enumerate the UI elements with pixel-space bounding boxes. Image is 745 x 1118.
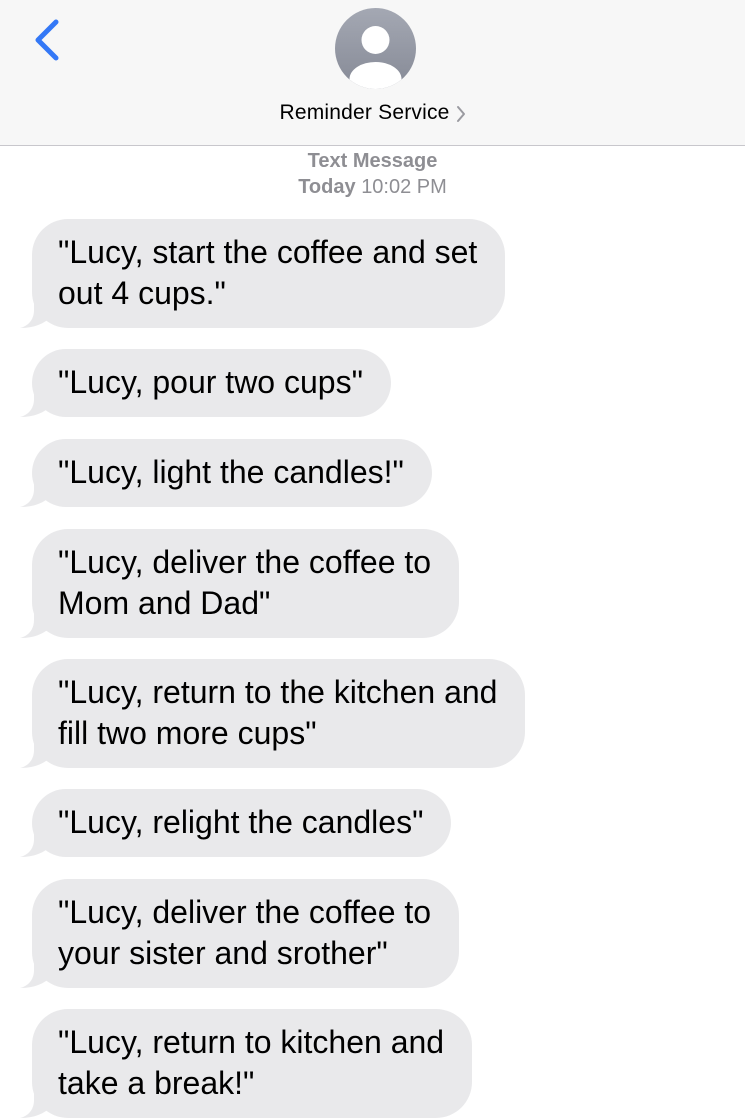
message-text: "Lucy, light the candles!" xyxy=(32,439,432,507)
back-button[interactable] xyxy=(28,18,64,62)
contact-name: Reminder Service xyxy=(279,101,450,124)
message-text: "Lucy, deliver the coffee to Mom and Dad… xyxy=(32,529,460,638)
conversation-header: Reminder Service xyxy=(0,0,745,146)
person-silhouette-icon xyxy=(349,26,402,89)
message-bubble[interactable]: "Lucy, return to kitchen and take a brea… xyxy=(20,1009,473,1118)
message-text: "Lucy, return to kitchen and take a brea… xyxy=(32,1009,473,1118)
contact-avatar[interactable] xyxy=(335,8,416,89)
message-bubble[interactable]: "Lucy, relight the candles" xyxy=(20,789,452,857)
contact-info-button[interactable]: Reminder Service xyxy=(0,98,745,128)
message-timestamp: Text Message Today 10:02 PM xyxy=(0,148,745,200)
message-bubble[interactable]: "Lucy, deliver the coffee to Mom and Dad… xyxy=(20,529,460,638)
chevron-right-icon xyxy=(456,106,465,122)
message-bubble[interactable]: "Lucy, deliver the coffee to your sister… xyxy=(20,879,460,988)
service-label: Text Message xyxy=(307,150,438,172)
message-text: "Lucy, relight the candles" xyxy=(32,789,452,857)
message-text: "Lucy, deliver the coffee to your sister… xyxy=(32,879,460,988)
message-text: "Lucy, pour two cups" xyxy=(32,349,391,417)
time-label: 10:02 PM xyxy=(361,176,447,198)
message-bubble[interactable]: "Lucy, start the coffee and set out 4 cu… xyxy=(20,219,506,328)
message-bubble[interactable]: "Lucy, pour two cups" xyxy=(20,349,391,417)
message-bubble[interactable]: "Lucy, light the candles!" xyxy=(20,439,432,507)
day-label: Today xyxy=(298,176,356,198)
message-bubble[interactable]: "Lucy, return to the kitchen and fill tw… xyxy=(20,659,526,768)
chevron-left-icon xyxy=(35,19,59,61)
message-text: "Lucy, return to the kitchen and fill tw… xyxy=(32,659,526,768)
message-text: "Lucy, start the coffee and set out 4 cu… xyxy=(32,219,506,328)
